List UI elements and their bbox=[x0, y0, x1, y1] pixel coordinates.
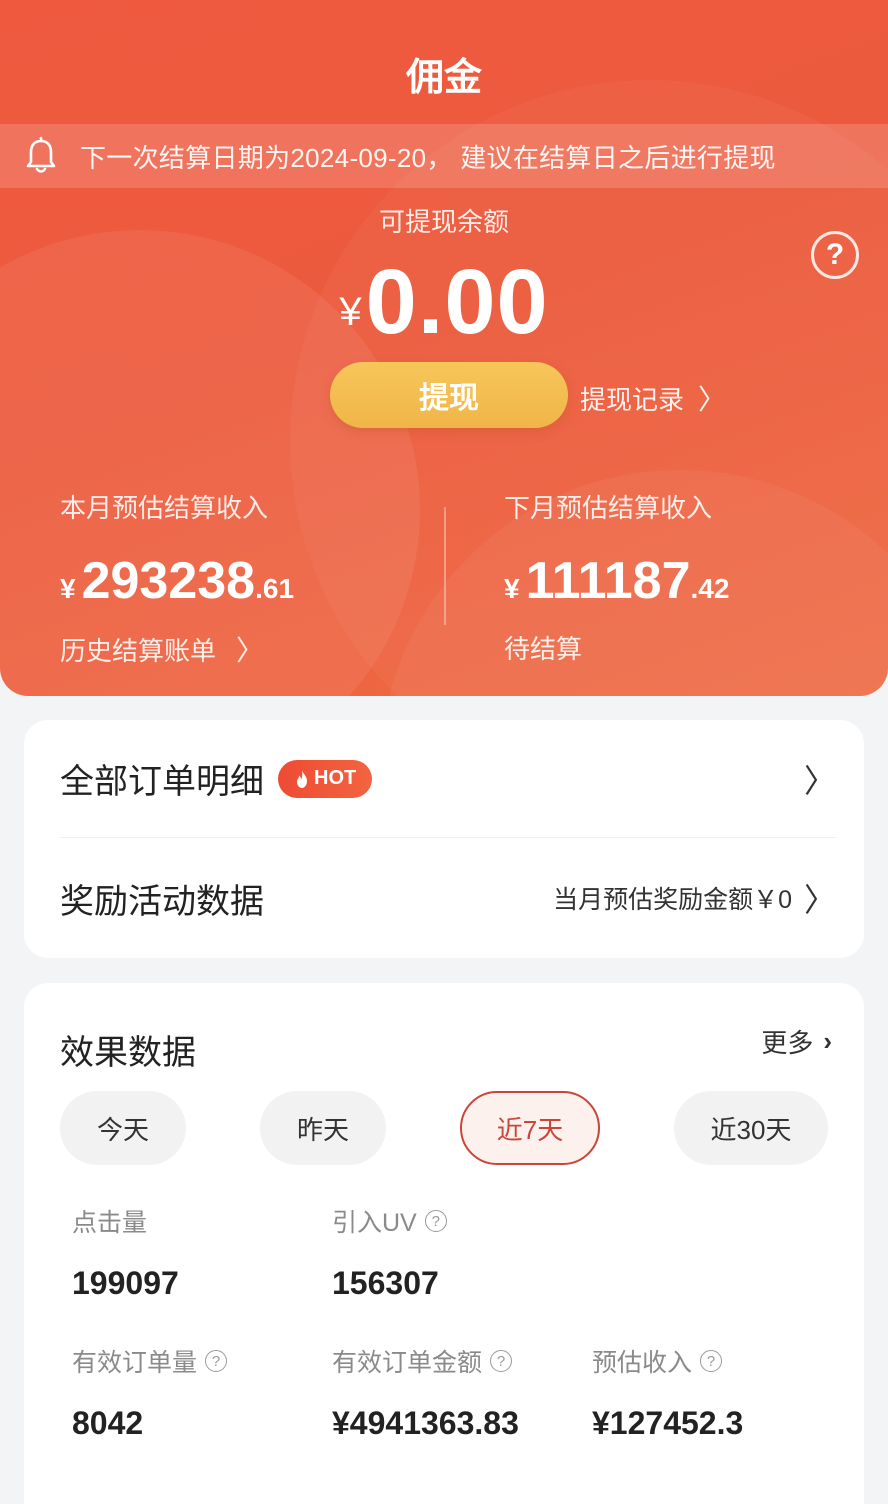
chevron-right-icon: › bbox=[823, 1026, 832, 1056]
flame-icon bbox=[297, 769, 307, 788]
more-label: 更多 bbox=[761, 1028, 814, 1058]
balance-value: 0.00 bbox=[365, 251, 549, 353]
reward-amount: 当月预估奖励金额￥0 〉 bbox=[553, 875, 836, 921]
hot-badge-label: HOT bbox=[314, 767, 357, 789]
metric-label-text: 预估收入 bbox=[592, 1349, 693, 1377]
tab-yesterday[interactable]: 昨天 bbox=[260, 1091, 386, 1165]
metric-label-text: 引入UV bbox=[332, 1209, 417, 1237]
settlement-notice: 下一次结算日期为2024-09-20， 建议在结算日之后进行提现 bbox=[0, 124, 888, 188]
settlement-history-label: 历史结算账单 bbox=[60, 635, 217, 666]
tab-last-30-days[interactable]: 近30天 bbox=[674, 1091, 828, 1165]
next-month-label: 下月预估结算收入 bbox=[504, 493, 713, 523]
metric-value: 199097 bbox=[72, 1265, 179, 1301]
next-month-decimal: .42 bbox=[690, 573, 730, 604]
this-month-label: 本月预估结算收入 bbox=[60, 493, 269, 523]
next-month-value: ¥111187.42 bbox=[504, 551, 729, 611]
metric-estimated-income: 预估收入? ¥127452.3 bbox=[592, 1343, 743, 1442]
more-link[interactable]: 更多 › bbox=[761, 1023, 832, 1060]
chevron-right-icon: 〉 bbox=[698, 384, 727, 415]
metric-value: ¥4941363.83 bbox=[332, 1405, 519, 1441]
withdraw-button[interactable]: 提现 bbox=[330, 362, 568, 428]
this-month-decimal: .61 bbox=[255, 573, 295, 604]
bell-icon bbox=[26, 136, 56, 173]
metric-order-amount: 有效订单金额? ¥4941363.83 bbox=[332, 1343, 519, 1442]
metric-valid-orders: 有效订单量? 8042 bbox=[72, 1343, 228, 1442]
currency-symbol: ¥ bbox=[339, 290, 362, 334]
help-icon[interactable]: ? bbox=[424, 1210, 447, 1232]
metric-label-text: 有效订单量 bbox=[72, 1349, 198, 1377]
chevron-right-icon: 〉 bbox=[803, 762, 836, 799]
metric-value: ¥127452.3 bbox=[592, 1405, 744, 1441]
metric-value: 8042 bbox=[72, 1405, 144, 1441]
performance-title: 效果数据 bbox=[60, 1034, 196, 1072]
currency-symbol: ¥ bbox=[60, 573, 76, 604]
pending-status: 待结算 bbox=[504, 634, 583, 664]
currency-symbol: ¥ bbox=[504, 573, 520, 604]
metric-label: 预估收入? bbox=[592, 1343, 743, 1379]
help-icon[interactable]: ? bbox=[205, 1350, 228, 1372]
chevron-right-icon: 〉 bbox=[803, 882, 836, 918]
balance-amount: ¥0.00 bbox=[0, 250, 888, 355]
metric-value: 156307 bbox=[332, 1265, 439, 1301]
performance-card: 效果数据 更多 › 今天 昨天 近7天 近30天 点击量 199097 引入UV… bbox=[24, 983, 864, 1504]
notice-text: 下一次结算日期为2024-09-20， 建议在结算日之后进行提现 bbox=[80, 142, 776, 173]
metric-label: 有效订单金额? bbox=[332, 1343, 519, 1379]
withdraw-record-label: 提现记录 bbox=[580, 384, 685, 415]
commission-header: 佣金 下一次结算日期为2024-09-20， 建议在结算日之后进行提现 可提现余… bbox=[0, 0, 888, 696]
hot-badge: HOT bbox=[278, 759, 373, 798]
metric-label: 有效订单量? bbox=[72, 1343, 228, 1379]
next-month-integer: 111187 bbox=[525, 552, 691, 610]
metric-label-text: 有效订单金额 bbox=[332, 1349, 483, 1377]
all-orders-label: 全部订单明细 bbox=[60, 763, 264, 801]
help-icon[interactable]: ? bbox=[700, 1350, 723, 1372]
metric-label: 点击量 bbox=[72, 1203, 179, 1239]
withdraw-record-link[interactable]: 提现记录 〉 bbox=[580, 378, 726, 418]
tab-today[interactable]: 今天 bbox=[60, 1091, 186, 1165]
metric-uv: 引入UV? 156307 bbox=[332, 1203, 447, 1302]
balance-label: 可提现余额 bbox=[378, 207, 509, 237]
reward-amount-text: 当月预估奖励金额￥0 bbox=[553, 886, 792, 914]
this-month-value: ¥293238.61 bbox=[60, 551, 294, 611]
metric-label-text: 点击量 bbox=[72, 1209, 148, 1237]
help-icon[interactable]: ? bbox=[490, 1350, 513, 1372]
row-right: 〉 bbox=[792, 756, 836, 802]
settlement-history-link[interactable]: 历史结算账单 〉 bbox=[60, 629, 294, 669]
next-month-estimate: 下月预估结算收入 ¥111187.42 待结算 bbox=[504, 488, 729, 666]
page-title: 佣金 bbox=[405, 57, 482, 99]
this-month-integer: 293238 bbox=[81, 552, 256, 610]
all-orders-row[interactable]: 全部订单明细 HOT 〉 bbox=[60, 720, 836, 838]
tab-last-7-days[interactable]: 近7天 bbox=[460, 1091, 600, 1165]
menu-card: 全部订单明细 HOT 〉 奖励活动数据 当月预估奖励金额￥0 〉 bbox=[24, 720, 864, 958]
chevron-right-icon: 〉 bbox=[236, 635, 265, 666]
divider bbox=[444, 507, 446, 625]
this-month-estimate: 本月预估结算收入 ¥293238.61 历史结算账单 〉 bbox=[60, 488, 294, 669]
metric-clicks: 点击量 199097 bbox=[72, 1203, 179, 1302]
metric-label: 引入UV? bbox=[332, 1203, 447, 1239]
reward-data-label: 奖励活动数据 bbox=[60, 882, 264, 921]
reward-data-row[interactable]: 奖励活动数据 当月预估奖励金额￥0 〉 bbox=[60, 839, 836, 957]
